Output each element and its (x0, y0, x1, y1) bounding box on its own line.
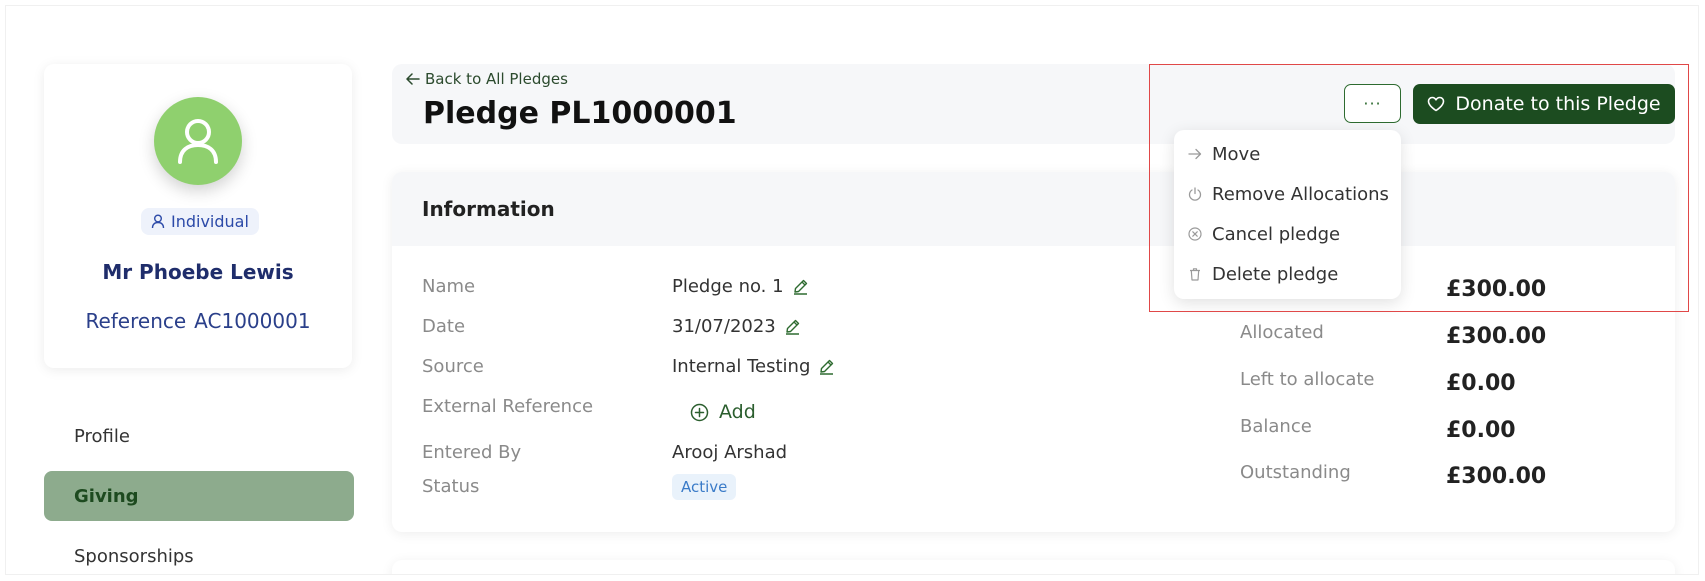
back-link-label: Back to All Pledges (425, 70, 568, 88)
summary-label-allocated: Allocated (1240, 322, 1324, 343)
menu-item-move[interactable]: Move (1188, 140, 1260, 168)
profile-type-label: Individual (171, 212, 249, 231)
add-label: Add (719, 401, 756, 423)
arrow-right-icon (1188, 148, 1202, 160)
field-label-source: Source (422, 356, 484, 377)
field-value-text: 31/07/2023 (672, 316, 776, 337)
arrow-left-icon (406, 73, 420, 85)
secondary-card (392, 560, 1675, 574)
edit-pencil-icon[interactable] (792, 278, 809, 295)
heart-icon (1428, 96, 1445, 112)
edit-pencil-icon[interactable] (818, 358, 835, 375)
summary-value-outstanding: £300.00 (1446, 464, 1547, 489)
profile-name: Mr Phoebe Lewis (102, 260, 294, 284)
avatar (154, 97, 242, 185)
field-value-source: Internal Testing (672, 356, 835, 377)
reference-label: Reference (85, 309, 187, 333)
summary-label-left-to-allocate: Left to allocate (1240, 369, 1375, 390)
edit-pencil-icon[interactable] (784, 318, 801, 335)
donate-button-label: Donate to this Pledge (1455, 93, 1661, 115)
summary-value-left-to-allocate: £0.00 (1446, 371, 1516, 396)
page-title: Pledge PL1000001 (423, 96, 737, 131)
menu-item-label: Move (1212, 143, 1261, 165)
sidebar-item-label: Giving (74, 485, 139, 507)
sidebar-item-label: Sponsorships (74, 545, 194, 567)
app-frame: Individual Mr Phoebe Lewis Reference AC10… (6, 6, 1698, 574)
profile-card: Individual Mr Phoebe Lewis Reference AC10… (44, 64, 352, 368)
summary-label-outstanding: Outstanding (1240, 462, 1351, 483)
information-card: Information Name Pledge no. 1 Date 31/07… (392, 172, 1675, 532)
field-value-text: Pledge no. 1 (672, 276, 784, 297)
sidebar-item-profile[interactable]: Profile (44, 411, 354, 461)
menu-item-label: Remove Allocations (1212, 183, 1389, 205)
field-value-entered-by: Arooj Arshad (672, 442, 787, 463)
x-circle-icon (1188, 227, 1202, 241)
information-header: Information (392, 172, 1675, 246)
summary-value-allocated: £300.00 (1446, 324, 1547, 349)
field-label-external-reference: External Reference (422, 396, 594, 417)
profile-reference: Reference AC1000001 (44, 309, 352, 333)
sidebar-item-sponsorships[interactable]: Sponsorships (44, 531, 354, 574)
trash-icon (1190, 268, 1200, 281)
status-badge: Active (672, 474, 737, 500)
field-label-entered-by: Entered By (422, 442, 522, 463)
user-icon (178, 119, 218, 164)
summary-label-balance: Balance (1240, 416, 1312, 437)
ellipsis-icon: ··· (1363, 94, 1382, 113)
summary-value-balance: £0.00 (1446, 418, 1516, 443)
field-label-name: Name (422, 276, 476, 297)
field-value-date: 31/07/2023 (672, 316, 801, 337)
summary-value-total: £300.00 (1446, 277, 1547, 302)
user-icon (151, 214, 165, 229)
power-icon (1188, 187, 1202, 201)
menu-item-remove-allocations[interactable]: Remove Allocations (1188, 180, 1389, 208)
plus-circle-icon (690, 403, 709, 421)
menu-item-label: Cancel pledge (1212, 223, 1341, 245)
more-actions-button[interactable]: ··· (1344, 84, 1401, 123)
donate-button[interactable]: Donate to this Pledge (1413, 84, 1675, 124)
field-label-status: Status (422, 476, 480, 497)
field-value-name: Pledge no. 1 (672, 276, 809, 297)
menu-item-cancel-pledge[interactable]: Cancel pledge (1188, 220, 1340, 248)
field-label-date: Date (422, 316, 466, 337)
sidebar-item-label: Profile (74, 425, 130, 447)
add-external-reference-button[interactable]: Add (690, 401, 756, 423)
sidebar-item-giving[interactable]: Giving (44, 471, 354, 521)
menu-item-delete-pledge[interactable]: Delete pledge (1188, 260, 1338, 288)
profile-type-badge: Individual (141, 208, 259, 235)
field-value-text: Internal Testing (672, 356, 811, 377)
back-link[interactable]: Back to All Pledges (406, 70, 568, 88)
more-actions-menu: Move Remove Allocations Cancel pledge De… (1174, 130, 1401, 299)
information-title: Information (422, 197, 555, 221)
menu-item-label: Delete pledge (1212, 263, 1339, 285)
reference-value: AC1000001 (194, 309, 311, 333)
field-value-text: Arooj Arshad (672, 442, 788, 463)
